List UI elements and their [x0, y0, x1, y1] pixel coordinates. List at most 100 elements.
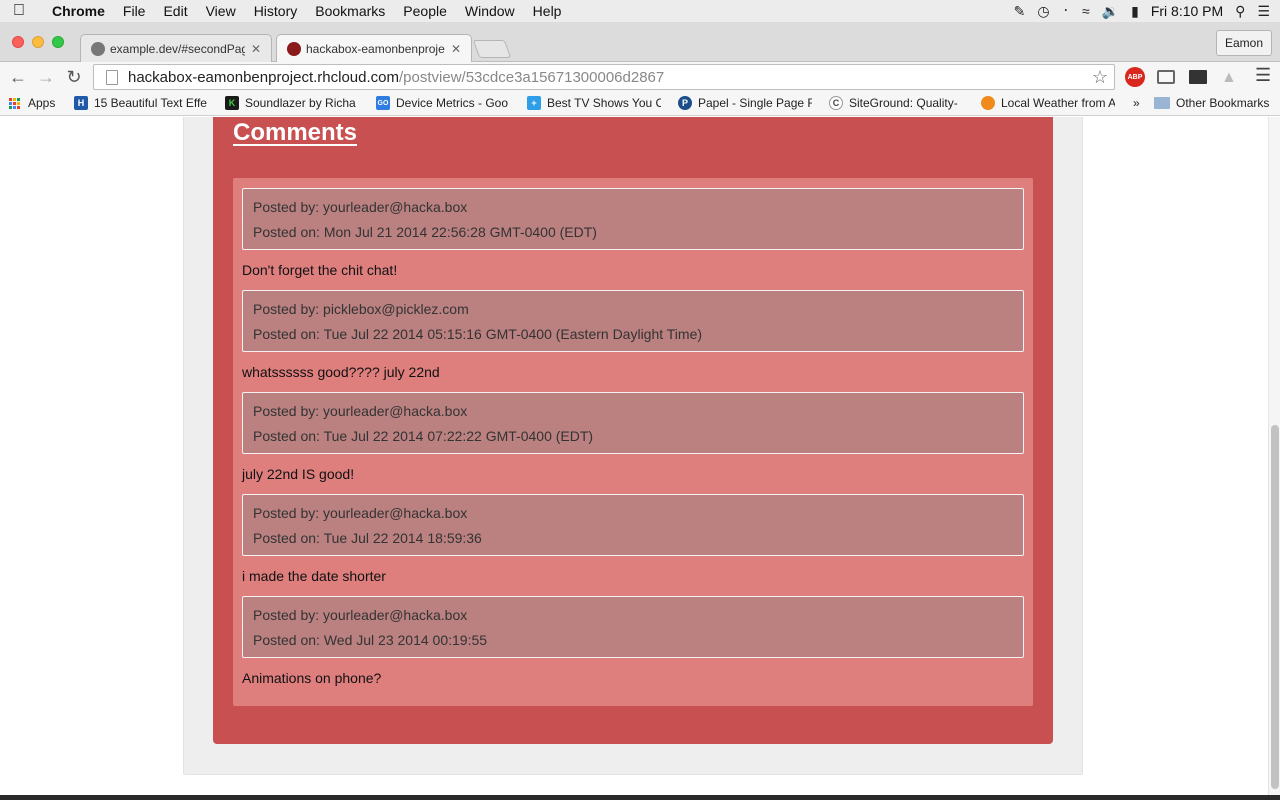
chevron-right-icon: » [1133, 96, 1140, 110]
bookmark-label: Device Metrics - Goo [396, 96, 509, 110]
comments-panel: Comments Posted by: yourleader@hacka.box… [213, 117, 1053, 744]
url-path: /postview/53cdce3a15671300006d2867 [399, 68, 665, 86]
comment-date: Posted on: Tue Jul 22 2014 05:15:16 GMT-… [253, 326, 703, 342]
tab-hackabox[interactable]: hackabox-eamonbenprojec ✕ [276, 34, 472, 63]
battery-icon[interactable]: ▮ [1131, 3, 1139, 20]
bookmark-soundlazer[interactable]: K Soundlazer by Richa [225, 96, 359, 110]
comment-author: Posted by: yourleader@hacka.box [253, 403, 468, 419]
menu-bookmarks[interactable]: Bookmarks [306, 3, 394, 19]
zoom-window-button[interactable] [52, 36, 64, 48]
tab-label: example.dev/#secondPage [110, 41, 245, 56]
apps-grid-icon [9, 97, 20, 109]
go-site-icon: GO [376, 96, 390, 110]
menu-window[interactable]: Window [456, 3, 524, 19]
pen-status-icon[interactable]: ✎ [1014, 3, 1026, 20]
comment-meta-box: Posted by: yourleader@hacka.box Posted o… [242, 494, 1024, 556]
profile-button[interactable]: Eamon [1215, 30, 1272, 56]
bluetooth-icon[interactable]: ᛫ [1062, 3, 1070, 19]
new-tab-button[interactable] [472, 40, 512, 58]
bookmark-label: 15 Beautiful Text Effe [94, 96, 207, 110]
papel-site-icon: P [678, 96, 692, 110]
comments-list: Posted by: yourleader@hacka.box Posted o… [233, 178, 1033, 706]
cast-icon[interactable] [1157, 70, 1175, 84]
comment-date: Posted on: Wed Jul 23 2014 00:19:55 [253, 632, 488, 648]
k-site-icon: K [225, 96, 239, 110]
bookmark-star-icon[interactable]: ☆ [1092, 67, 1108, 88]
bookmark-label: SiteGround: Quality- [849, 96, 958, 110]
wifi-icon[interactable]: ≈ [1082, 3, 1090, 19]
bookmark-siteground[interactable]: C SiteGround: Quality- [829, 96, 963, 110]
terminal-extension-icon[interactable] [1189, 70, 1207, 84]
menu-app-chrome[interactable]: Chrome [38, 3, 114, 19]
close-window-button[interactable] [12, 36, 24, 48]
forward-arrow-icon[interactable]: → [32, 67, 60, 88]
scrollbar-thumb[interactable] [1271, 425, 1279, 789]
reload-icon[interactable]: ↻ [60, 67, 88, 88]
spotlight-search-icon[interactable]: ⚲ [1235, 3, 1245, 20]
bookmark-device-metrics[interactable]: GO Device Metrics - Goo [376, 96, 510, 110]
address-bar[interactable]: hackabox-eamonbenproject.rhcloud.com /po… [93, 64, 1115, 90]
volume-icon[interactable]: 🔉 [1102, 3, 1119, 20]
close-tab-icon[interactable]: ✕ [251, 42, 261, 56]
menu-clock[interactable]: Fri 8:10 PM [1151, 3, 1223, 19]
desktop-edge [0, 795, 1280, 800]
time-machine-icon[interactable]: ◷ [1037, 3, 1049, 20]
mac-menu-bar:  Chrome File Edit View History Bookmark… [0, 0, 1280, 22]
bookmark-label: Other Bookmarks [1176, 96, 1270, 110]
comment-text: Animations on phone? [242, 670, 382, 686]
comment-date: Posted on: Tue Jul 22 2014 18:59:36 [253, 530, 482, 546]
comment-meta-box: Posted by: yourleader@hacka.box Posted o… [242, 392, 1024, 454]
browser-toolbar: ← → ↻ hackabox-eamonbenproject.rhcloud.c… [0, 62, 1280, 92]
bookmark-papel[interactable]: P Papel - Single Page F [678, 96, 812, 110]
comment-author: Posted by: yourleader@hacka.box [253, 607, 468, 623]
menu-help[interactable]: Help [524, 3, 571, 19]
tab-example-dev[interactable]: example.dev/#secondPage ✕ [80, 34, 272, 62]
weather-site-icon [981, 96, 995, 110]
menu-people[interactable]: People [394, 3, 456, 19]
drive-icon[interactable]: ▲ [1221, 69, 1239, 86]
bookmark-best-tv[interactable]: + Best TV Shows You C [527, 96, 661, 110]
minimize-window-button[interactable] [32, 36, 44, 48]
comment-text: Don't forget the chit chat! [242, 262, 398, 278]
folder-icon [1154, 97, 1170, 109]
comment-meta-box: Posted by: yourleader@hacka.box Posted o… [242, 188, 1024, 250]
h-site-icon: H [74, 96, 88, 110]
page-scrollbar[interactable] [1268, 117, 1280, 795]
close-tab-icon[interactable]: ✕ [451, 42, 461, 56]
tab-strip: example.dev/#secondPage ✕ hackabox-eamon… [0, 22, 1280, 63]
bookmark-local-weather[interactable]: Local Weather from A [981, 96, 1115, 110]
tab-label: hackabox-eamonbenprojec [306, 42, 445, 56]
bookmark-text-effects[interactable]: H 15 Beautiful Text Effe [74, 96, 210, 110]
bookmark-other-bookmarks[interactable]: Other Bookmarks [1154, 96, 1269, 110]
bookmark-label: Best TV Shows You C [547, 96, 661, 110]
menu-history[interactable]: History [245, 3, 307, 19]
bookmarks-overflow-button[interactable]: » [1133, 96, 1140, 110]
page-viewport: Comments Posted by: yourleader@hacka.box… [0, 117, 1268, 795]
github-favicon-icon [91, 41, 105, 56]
chrome-menu-icon[interactable]: ☰ [1255, 65, 1271, 86]
comment-meta-box: Posted by: yourleader@hacka.box Posted o… [242, 596, 1024, 658]
bookmark-apps[interactable]: Apps [9, 96, 55, 110]
menu-file[interactable]: File [114, 3, 155, 19]
notification-center-icon[interactable]: ☰ [1257, 3, 1270, 20]
menu-edit[interactable]: Edit [154, 3, 196, 19]
page-icon [106, 69, 118, 85]
url-host: hackabox-eamonbenproject.rhcloud.com [128, 68, 399, 86]
comment-date: Posted on: Tue Jul 22 2014 07:22:22 GMT-… [253, 428, 594, 444]
comments-heading: Comments [233, 119, 358, 146]
comment-date: Posted on: Mon Jul 21 2014 22:56:28 GMT-… [253, 224, 597, 240]
comment-author: Posted by: yourleader@hacka.box [253, 199, 468, 215]
comment-text: july 22nd IS good! [242, 466, 355, 482]
bookmark-label: Local Weather from A [1001, 96, 1115, 110]
bookmark-label: Apps [28, 96, 56, 110]
plus-site-icon: + [527, 96, 541, 110]
bookmark-label: Papel - Single Page F [698, 96, 812, 110]
bookmark-label: Soundlazer by Richa [245, 96, 356, 110]
comment-meta-box: Posted by: picklebox@picklez.com Posted … [242, 290, 1024, 352]
back-arrow-icon[interactable]: ← [4, 67, 32, 88]
adblock-plus-icon[interactable]: ABP [1125, 67, 1145, 87]
menu-view[interactable]: View [197, 3, 245, 19]
siteground-site-icon: C [829, 96, 843, 110]
apple-icon[interactable]:  [0, 2, 38, 20]
bookmarks-bar: Apps H 15 Beautiful Text Effe K Soundlaz… [0, 92, 1280, 116]
